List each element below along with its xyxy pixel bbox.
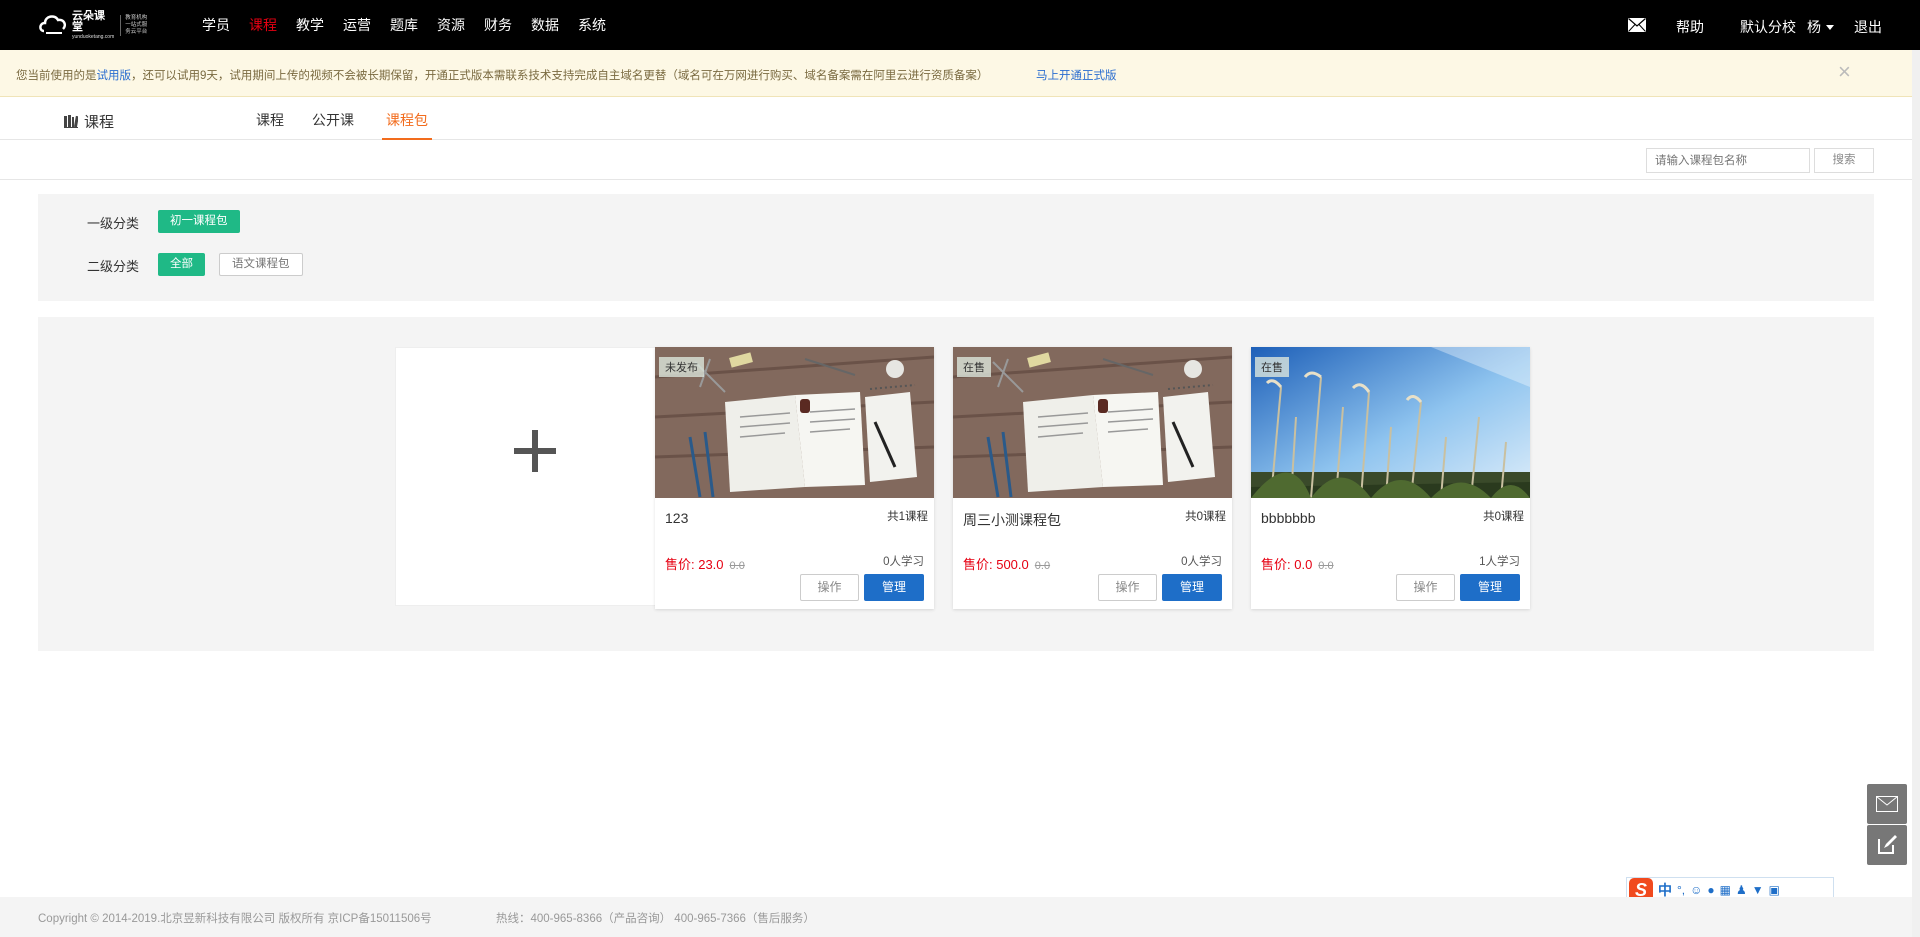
- status-badge: 在售: [957, 357, 991, 377]
- manage-button[interactable]: 管理: [864, 574, 924, 601]
- original-price: 0.0: [729, 560, 745, 572]
- package-thumbnail: 在售: [953, 347, 1232, 498]
- help-link[interactable]: 帮助: [1676, 17, 1704, 37]
- sale-price: 售价: 23.0: [665, 557, 724, 572]
- package-price: 售价: 500.0 0.0: [963, 554, 1050, 573]
- cloud-logo-icon: [38, 11, 68, 39]
- books-icon: [64, 115, 78, 128]
- school-switcher[interactable]: 默认分校: [1740, 17, 1796, 37]
- page-scrollbar[interactable]: [1912, 50, 1920, 937]
- footer: Copyright © 2014-2019.北京昱新科技有限公司 版权所有 京I…: [0, 897, 1912, 937]
- package-price: 售价: 0.0 0.0: [1261, 554, 1334, 573]
- search-row: 搜索: [0, 140, 1912, 180]
- tab-open-courses[interactable]: 公开课: [312, 98, 354, 140]
- logout-link[interactable]: 退出: [1854, 17, 1882, 37]
- top-navbar: 云朵课堂 yunduoketang.com 教育机构一站式服务云平台 学员 课程…: [0, 0, 1920, 50]
- package-price: 售价: 23.0 0.0: [665, 554, 745, 573]
- manage-button[interactable]: 管理: [1460, 574, 1520, 601]
- learner-count: 0人学习: [883, 556, 924, 568]
- chevron-down-icon: [1826, 24, 1834, 30]
- status-badge: 未发布: [659, 357, 704, 377]
- notice-text: 您当前使用的是试用版，还可以试用9天，试用期间上传的视频不会被长期保留，开通正式…: [16, 67, 988, 83]
- learner-count: 1人学习: [1479, 556, 1520, 568]
- page-title: 课程: [64, 111, 114, 132]
- original-price: 0.0: [1034, 560, 1051, 572]
- mail-icon[interactable]: [1628, 18, 1646, 32]
- sub-header: 课程 课程 公开课 课程包: [0, 98, 1912, 140]
- grid-icon[interactable]: ▣: [1769, 883, 1780, 897]
- category-filters: 一级分类 初一课程包 二级分类 全部 语文课程包: [38, 194, 1874, 301]
- notice-body: ，还可以试用9天，试用期间上传的视频不会被长期保留，开通正式版本需联系技术支持完…: [131, 70, 989, 82]
- level2-option-chinese[interactable]: 语文课程包: [219, 253, 303, 276]
- course-tabs: 课程 公开课 课程包: [256, 98, 460, 140]
- user-icon[interactable]: ♟: [1736, 883, 1747, 897]
- envelope-icon: [1876, 796, 1898, 812]
- nav-item-finance[interactable]: 财务: [484, 15, 512, 35]
- level1-label: 一级分类: [87, 216, 140, 231]
- package-name: bbbbbbb: [1261, 510, 1316, 526]
- search-input[interactable]: [1646, 148, 1810, 173]
- trial-link[interactable]: 试用版: [97, 70, 132, 82]
- trial-notice: 您当前使用的是试用版，还可以试用9天，试用期间上传的视频不会被长期保留，开通正式…: [0, 50, 1912, 97]
- nav-item-teaching[interactable]: 教学: [296, 15, 324, 35]
- course-count: 共0课程: [1185, 511, 1226, 523]
- plus-icon: [514, 430, 556, 472]
- level1-option-grade7[interactable]: 初一课程包: [158, 210, 240, 233]
- skin-icon[interactable]: ▼: [1752, 883, 1764, 897]
- sale-price: 售价: 0.0: [1261, 557, 1313, 572]
- operate-button[interactable]: 操作: [1098, 574, 1157, 601]
- page-title-text: 课程: [84, 114, 115, 131]
- logo[interactable]: 云朵课堂 yunduoketang.com 教育机构一站式服务云平台: [38, 10, 150, 40]
- microphone-icon[interactable]: ●: [1707, 883, 1714, 897]
- operate-button[interactable]: 操作: [800, 574, 859, 601]
- package-card[interactable]: 在售 bbbbbbb 共0课程 售价: 0.0 0.0 1人学习 操作 管理: [1251, 347, 1530, 609]
- package-thumbnail: 未发布: [655, 347, 934, 498]
- nav-item-courses[interactable]: 课程: [249, 15, 277, 35]
- user-menu[interactable]: 杨: [1807, 17, 1834, 37]
- level2-label: 二级分类: [87, 259, 140, 274]
- ime-punctuation[interactable]: °,: [1677, 883, 1685, 897]
- package-name: 周三小测课程包: [963, 512, 1061, 528]
- tab-courses[interactable]: 课程: [256, 98, 284, 140]
- course-count: 共0课程: [1483, 511, 1524, 523]
- feedback-float-button[interactable]: [1867, 825, 1907, 865]
- original-price: 0.0: [1318, 560, 1334, 572]
- footer-copyright: Copyright © 2014-2019.北京昱新科技有限公司 版权所有 京I…: [38, 913, 432, 925]
- nav-item-operations[interactable]: 运营: [343, 15, 371, 35]
- sale-price: 售价: 500.0: [963, 557, 1029, 572]
- nav-item-students[interactable]: 学员: [202, 15, 230, 35]
- tab-course-packages[interactable]: 课程包: [382, 98, 432, 140]
- package-card[interactable]: 未发布 123 共1课程 售价: 23.0 0.0 0人学习 操作 管理: [655, 347, 934, 609]
- logo-slogan: 教育机构一站式服务云平台: [120, 14, 150, 36]
- nav-item-data[interactable]: 数据: [531, 15, 559, 35]
- package-card[interactable]: 在售 周三小测课程包 共0课程 售价: 500.0 0.0 0人学习 操作 管理: [953, 347, 1232, 609]
- course-count: 共1课程: [887, 511, 928, 523]
- logo-domain: yunduoketang.com: [72, 33, 115, 40]
- nav-item-question-bank[interactable]: 题库: [390, 15, 418, 35]
- manage-button[interactable]: 管理: [1162, 574, 1222, 601]
- message-float-button[interactable]: [1867, 784, 1907, 824]
- logo-name: 云朵课堂: [72, 9, 105, 33]
- add-package-card[interactable]: [395, 347, 671, 606]
- search-button[interactable]: 搜索: [1814, 148, 1874, 173]
- package-thumbnail: 在售: [1251, 347, 1530, 498]
- operate-button[interactable]: 操作: [1396, 574, 1455, 601]
- level2-option-all[interactable]: 全部: [158, 253, 205, 276]
- notice-prefix: 您当前使用的是: [16, 70, 97, 82]
- package-grid: 未发布 123 共1课程 售价: 23.0 0.0 0人学习 操作 管理 在售 …: [38, 317, 1874, 651]
- main-nav: 学员 课程 教学 运营 题库 资源 财务 数据 系统: [202, 0, 625, 50]
- status-badge: 在售: [1255, 357, 1289, 377]
- package-name: 123: [665, 510, 689, 526]
- user-name: 杨: [1807, 19, 1821, 35]
- edit-icon: [1878, 835, 1897, 854]
- nav-item-system[interactable]: 系统: [578, 15, 606, 35]
- learner-count: 0人学习: [1181, 556, 1222, 568]
- footer-hotline: 热线：400-965-8366（产品咨询） 400-965-7366（售后服务）: [496, 913, 815, 925]
- emoji-icon[interactable]: ☺: [1690, 883, 1702, 897]
- upgrade-link[interactable]: 马上开通正式版: [1036, 67, 1117, 83]
- nav-item-resources[interactable]: 资源: [437, 15, 465, 35]
- close-icon[interactable]: ×: [1838, 61, 1851, 83]
- keyboard-icon[interactable]: ▦: [1720, 883, 1731, 897]
